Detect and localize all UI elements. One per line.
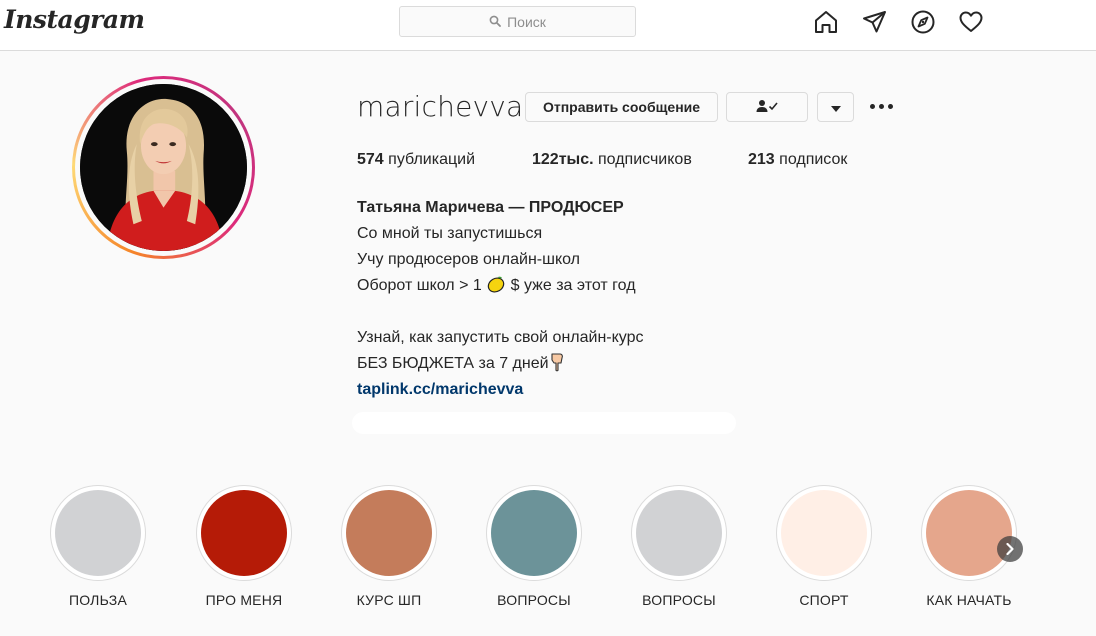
bio-line: Со мной ты запустишься <box>357 225 543 242</box>
highlight-ring <box>341 485 437 581</box>
highlight-cover <box>926 490 1012 576</box>
highlight-item[interactable]: ВОПРОСЫ <box>486 485 582 608</box>
bio-line-turnover: Оборот школ > 1 $ уже за этот год <box>357 273 644 299</box>
explore-icon[interactable] <box>910 9 936 35</box>
followers-label: подписчиков <box>598 151 692 168</box>
posts-count: 574 публикаций <box>357 151 475 169</box>
highlight-label: ПОЛЬЗА <box>68 592 127 608</box>
pointing-down-emoji-icon <box>549 352 565 381</box>
highlight-ring <box>921 485 1017 581</box>
highlight-label: КУРС ШП <box>356 592 422 608</box>
highlight-ring <box>50 485 146 581</box>
followers-number: 122тыс. <box>532 151 594 168</box>
bio-line: Учу продюсеров онлайн-школ <box>357 251 580 268</box>
chevron-down-icon <box>830 99 841 115</box>
highlight-ring <box>631 485 727 581</box>
highlight-label: СПОРТ <box>799 592 849 608</box>
search-input[interactable]: Поиск <box>399 6 636 37</box>
bio-line-budget: БЕЗ БЮДЖЕТА за 7 дней <box>357 351 644 377</box>
posts-number: 574 <box>357 151 384 168</box>
highlights-next-arrow-icon[interactable] <box>997 536 1023 562</box>
following-count[interactable]: 213 подписок <box>748 151 847 169</box>
highlight-ring <box>486 485 582 581</box>
highlight-item[interactable]: ПОЛЬЗА <box>50 485 146 608</box>
search-placeholder: Поиск <box>507 13 546 30</box>
bio-text: БЕЗ БЮДЖЕТА за 7 дней <box>357 355 549 372</box>
highlight-cover <box>491 490 577 576</box>
highlight-ring <box>196 485 292 581</box>
avatar <box>80 84 247 251</box>
highlight-cover <box>201 490 287 576</box>
highlight-item[interactable]: ПРО МЕНЯ <box>196 485 292 608</box>
following-button[interactable] <box>726 92 808 122</box>
lemon-emoji-icon <box>486 274 506 303</box>
more-options-icon[interactable] <box>866 96 896 116</box>
highlight-label: ВОПРОСЫ <box>497 592 571 608</box>
send-message-button[interactable]: Отправить сообщение <box>525 92 718 122</box>
profile-username: marichevva <box>357 90 524 123</box>
highlight-item[interactable]: КАК НАЧАТЬ <box>921 485 1017 608</box>
person-check-icon <box>754 99 780 116</box>
highlight-label: ПРО МЕНЯ <box>205 592 283 608</box>
highlight-cover <box>55 490 141 576</box>
bio-text: $ уже за этот год <box>506 277 636 294</box>
redacted-area <box>352 412 736 434</box>
highlight-cover <box>781 490 867 576</box>
bio-line: Узнай, как запустить свой онлайн-курс <box>357 329 644 346</box>
following-number: 213 <box>748 151 775 168</box>
highlight-label: ВОПРОСЫ <box>642 592 716 608</box>
avatar-border <box>75 79 252 256</box>
search-icon <box>489 14 501 30</box>
profile-full-name: Татьяна Маричева — ПРОДЮСЕР <box>357 199 624 216</box>
highlight-label: КАК НАЧАТЬ <box>926 592 1012 608</box>
top-navigation-bar: Instagram Поиск <box>0 0 1096 51</box>
highlight-item[interactable]: ВОПРОСЫ <box>631 485 727 608</box>
highlight-ring <box>776 485 872 581</box>
suggested-dropdown-button[interactable] <box>817 92 854 122</box>
bio-text: Оборот школ > 1 <box>357 277 487 294</box>
highlight-cover <box>636 490 722 576</box>
followers-count[interactable]: 122тыс. подписчиков <box>532 151 692 169</box>
following-label: подписок <box>779 151 848 168</box>
direct-icon[interactable] <box>862 9 888 35</box>
avatar-story-ring[interactable] <box>72 76 255 259</box>
instagram-logo[interactable]: Instagram <box>4 5 145 34</box>
posts-label: публикаций <box>388 151 476 168</box>
highlight-item[interactable]: КУРС ШП <box>341 485 437 608</box>
bio-external-link[interactable]: taplink.cc/marichevva <box>357 377 644 403</box>
highlight-cover <box>346 490 432 576</box>
highlight-item[interactable]: СПОРТ <box>776 485 872 608</box>
home-icon[interactable] <box>813 9 839 35</box>
activity-heart-icon[interactable] <box>958 9 984 35</box>
profile-bio: Татьяна Маричева — ПРОДЮСЕР Со мной ты з… <box>357 195 644 403</box>
